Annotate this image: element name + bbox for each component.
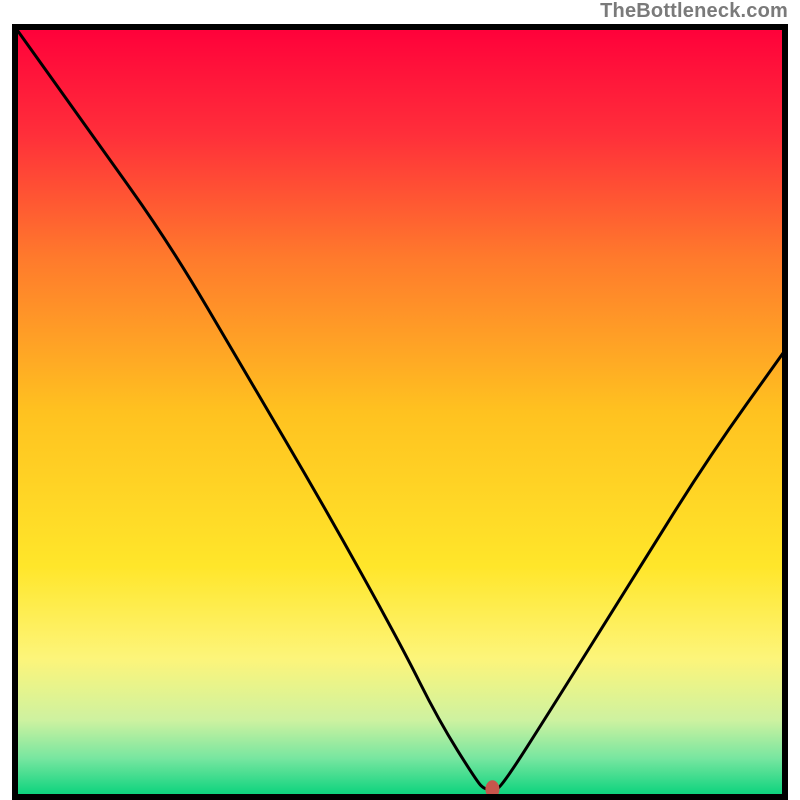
chart-background: [15, 27, 785, 797]
bottleneck-chart: [0, 0, 800, 800]
attribution-text: TheBottleneck.com: [600, 0, 788, 23]
